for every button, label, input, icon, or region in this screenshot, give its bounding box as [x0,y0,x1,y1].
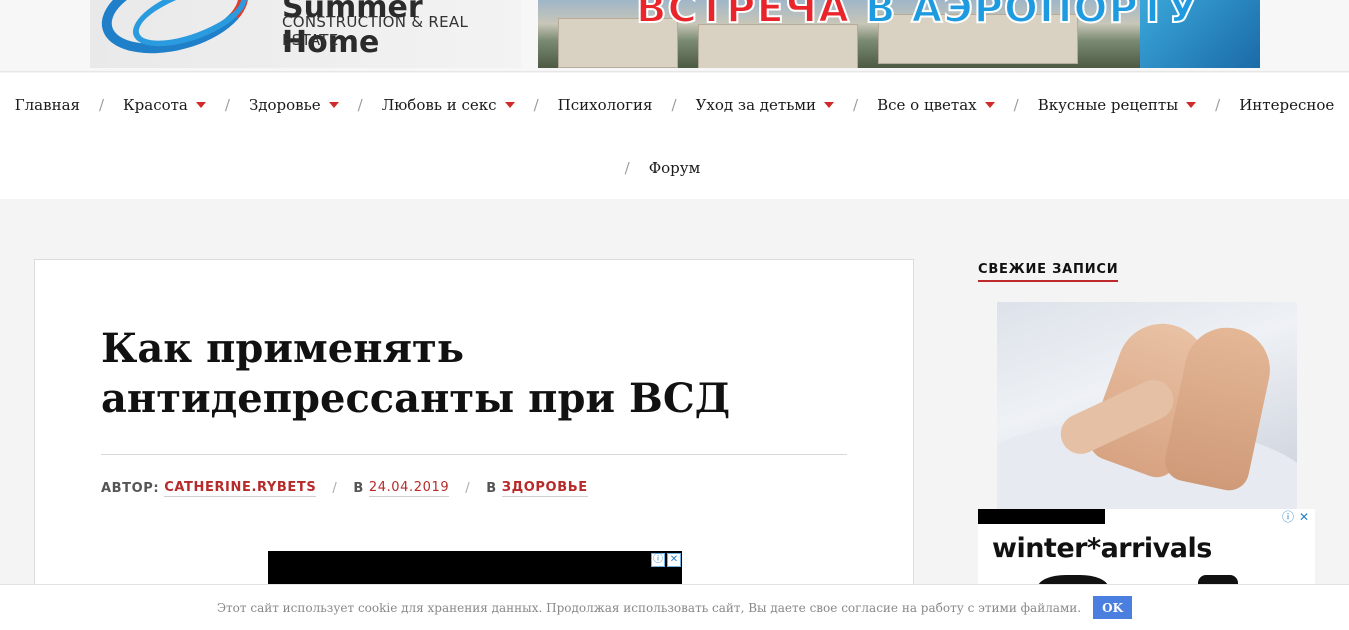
nav-separator: / [224,96,230,114]
cookie-ok-button[interactable]: OK [1093,596,1133,619]
nav-item-label: Форум [648,159,701,177]
recent-post-thumbnail[interactable] [997,302,1297,509]
meta-separator: / [332,481,338,496]
author-link[interactable]: CATHERINE.RYBETS [164,480,317,497]
nav-item-beauty[interactable]: Красота [123,96,206,114]
nav-separator: / [98,96,105,114]
nav-separator: / [853,96,859,114]
ad-info-icon[interactable]: ⓘ [1281,511,1295,525]
nav-item-health[interactable]: Здоровье [249,96,339,114]
banner-ad-summer-home[interactable]: Summer Home CONSTRUCTION & REAL ESTATE [90,0,521,68]
caret-down-icon [824,102,835,108]
nav-item-label: Красота [123,96,188,114]
sidebar-ad-text: winter*arrivals [992,533,1212,564]
nav-item-label: Все о цветах [877,96,977,114]
nav-item-interesting[interactable]: Интересное [1239,96,1334,114]
nav-item-recipes[interactable]: Вкусные рецепты [1037,96,1197,114]
nav-row-1: Главная / Красота / Здоровье / Любовь и … [0,93,1349,117]
nav-separator: / [533,96,539,114]
banner-slogan: ВСТРЕЧА В АЭРОПОРТУ [635,0,1199,33]
article-title: Как применять антидепрессанты при ВСД [101,325,731,422]
caret-down-icon [1186,102,1197,108]
meta-separator: / [465,481,471,496]
nav-separator: / [624,159,630,177]
top-banner-area: Summer Home CONSTRUCTION & REAL ESTATE В… [0,0,1349,72]
ad-black-bar [978,509,1105,524]
article-card: Как применять антидепрессанты при ВСД АВ… [34,259,914,630]
category-link[interactable]: ЗДОРОВЬЕ [501,480,588,497]
caret-down-icon [195,102,206,108]
nav-item-label: Здоровье [248,96,321,114]
nav-item-label: Любовь и секс [381,96,497,114]
cookie-consent-bar: Этот сайт использует cookie для хранения… [0,584,1349,630]
banner-brand-subtitle: CONSTRUCTION & REAL ESTATE [282,13,469,49]
nav-item-home[interactable]: Главная [15,96,80,114]
ad-info-icon[interactable]: ⓘ [651,553,665,567]
nav-separator: / [357,96,363,114]
nav-item-love[interactable]: Любовь и секс [382,96,515,114]
nav-item-psychology[interactable]: Психология [558,96,653,114]
nav-separator: / [671,96,677,114]
date-link[interactable]: 24.04.2019 [368,480,450,497]
main-navigation: Главная / Красота / Здоровье / Любовь и … [0,73,1349,199]
nav-row-2: / Форум / [0,156,1349,180]
ad-close-icon[interactable]: ✕ [667,553,681,567]
nav-separator: / [1215,96,1221,114]
nav-item-label: Вкусные рецепты [1037,96,1179,114]
caret-down-icon [328,102,339,108]
nav-item-childcare[interactable]: Уход за детьми [695,96,835,114]
caret-down-icon [504,102,515,108]
caret-down-icon [984,102,995,108]
banner-slogan-word2: В АЭРОПОРТУ [864,0,1199,33]
nav-item-flowers[interactable]: Все о цветах [877,96,995,114]
sidebar-heading-recent-posts: СВЕЖИЕ ЗАПИСИ [978,262,1119,282]
title-divider [101,454,847,455]
category-label: В [486,481,497,496]
cookie-consent-text: Этот сайт использует cookie для хранения… [216,600,1082,615]
ad-close-icon[interactable]: ✕ [1297,511,1311,525]
banner-ad-airport[interactable]: ВСТРЕЧА В АЭРОПОРТУ [538,0,1260,68]
article-meta: АВТОР: CATHERINE.RYBETS / В 24.04.2019 /… [101,480,588,497]
date-label: В [353,481,364,496]
nav-item-label: Интересное [1239,96,1335,114]
author-label: АВТОР: [101,481,160,496]
nav-item-label: Психология [557,96,653,114]
nav-item-forum[interactable]: Форум [649,159,701,177]
banner-slogan-word1: ВСТРЕЧА [635,0,851,33]
nav-separator: / [1013,96,1019,114]
nav-item-label: Главная [14,96,80,114]
nav-item-label: Уход за детьми [695,96,817,114]
